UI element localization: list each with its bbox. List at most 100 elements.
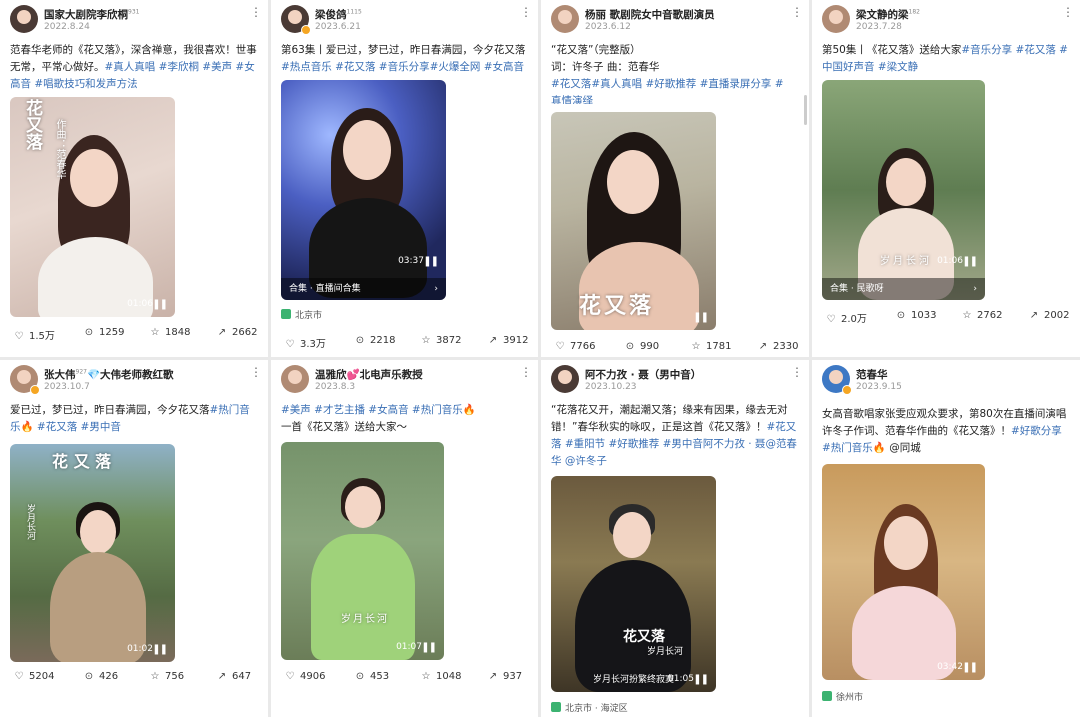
- avatar[interactable]: [281, 365, 309, 393]
- favorite-button[interactable]: ☆ 1848: [148, 327, 191, 338]
- like-button[interactable]: ♡ 3.3万: [283, 335, 326, 350]
- post-card-2[interactable]: 梁俊鸽1115 2023.6.21 ⋮ 第63集丨爱已过，梦已过，昨日春满园，今…: [271, 0, 538, 357]
- video-thumbnail[interactable]: 岁月长河 01:06 ❚❚ 合集 · 民歌呀 ›: [822, 80, 985, 300]
- video-thumbnail[interactable]: 花又落 ❚❚: [551, 112, 716, 330]
- like-button[interactable]: ♡ 1.5万: [12, 327, 55, 342]
- favorite-button[interactable]: ☆ 1781: [689, 341, 732, 352]
- share-button[interactable]: ↗ 2662: [215, 327, 258, 338]
- author-name[interactable]: 杨丽 歌剧院女中音歌剧演员: [585, 7, 715, 22]
- author-name[interactable]: 梁文静的梁182: [856, 7, 920, 22]
- comment-button[interactable]: ⊙ 426: [82, 671, 118, 682]
- video-thumbnail[interactable]: 花 又 落 岁月长河 01:02 ❚❚: [10, 444, 175, 662]
- comment-button[interactable]: ⊙ 1259: [82, 327, 125, 338]
- post-card-7[interactable]: 阿不力孜 · 聂（男中音） 2023.10.23 ⋮ “花落花又开，潮起潮又落；…: [541, 360, 809, 717]
- hashtag[interactable]: #花又落: [34, 421, 77, 433]
- hashtag[interactable]: #女高音: [480, 61, 524, 73]
- scrollbar[interactable]: [804, 95, 807, 125]
- hashtag[interactable]: #美声: [281, 404, 311, 416]
- pause-icon[interactable]: ❚❚: [152, 644, 168, 655]
- hashtag[interactable]: #火爆全网: [430, 61, 481, 73]
- pause-icon[interactable]: ❚❚: [693, 674, 709, 685]
- hashtag[interactable]: #音乐分享: [375, 61, 430, 73]
- mention[interactable]: @同城: [886, 442, 921, 454]
- author-name[interactable]: 梁俊鸽1115: [315, 7, 362, 22]
- hashtag[interactable]: #男中音阿不力孜 · 聂: [659, 438, 766, 450]
- location-tag[interactable]: 徐州市: [822, 690, 863, 703]
- mention[interactable]: @许冬子: [562, 455, 607, 467]
- post-card-6[interactable]: 温雅欣💕北电声乐教授 2023.8.3 ⋮ #美声 #才艺主播 #女高音 #热门…: [271, 360, 538, 717]
- favorite-button[interactable]: ☆ 2762: [960, 310, 1003, 321]
- share-button[interactable]: ↗ 937: [486, 671, 522, 682]
- hashtag[interactable]: #花又落: [332, 61, 375, 73]
- hashtag[interactable]: #花又落: [1012, 44, 1056, 56]
- like-button[interactable]: ♡ 4906: [283, 671, 326, 682]
- avatar[interactable]: [10, 5, 38, 33]
- hashtag[interactable]: #真人真唱: [105, 61, 156, 73]
- hashtag[interactable]: #热门音乐: [822, 442, 873, 454]
- post-card-5[interactable]: 张大伟927💎大伟老师教红歌 2023.10.7 ⋮ 爱已过，梦已过，昨日春满园…: [0, 360, 268, 717]
- like-button[interactable]: ♡ 2.0万: [824, 310, 867, 325]
- pause-icon[interactable]: ❚❚: [423, 256, 439, 267]
- video-thumbnail[interactable]: 03:37 ❚❚ 合集 · 直播间合集 ›: [281, 80, 446, 300]
- hashtag[interactable]: #音乐分享: [961, 44, 1012, 56]
- hashtag[interactable]: #女高音: [365, 404, 408, 416]
- more-menu-icon[interactable]: ⋮: [791, 5, 803, 19]
- comment-button[interactable]: ⊙ 990: [623, 341, 659, 352]
- hashtag[interactable]: #直播录屏分享: [696, 78, 772, 90]
- more-menu-icon[interactable]: ⋮: [250, 365, 262, 379]
- pause-icon[interactable]: ❚❚: [962, 662, 978, 673]
- hashtag[interactable]: #真人真唱: [591, 78, 642, 90]
- location-tag[interactable]: 北京市 · 海淀区: [551, 701, 628, 714]
- share-button[interactable]: ↗ 2330: [756, 341, 799, 352]
- avatar[interactable]: [551, 5, 579, 33]
- hashtag[interactable]: #重阳节: [562, 438, 605, 450]
- post-card-8[interactable]: 范春华 2023.9.15 女高音歌唱家张雯应观众要求，第80次在直播间演唱许冬…: [812, 360, 1080, 717]
- post-card-4[interactable]: 梁文静的梁182 2023.7.28 ⋮ 第50集丨《花又落》送给大家#音乐分享…: [812, 0, 1080, 357]
- hashtag[interactable]: #唱歌技巧和发声方法: [31, 78, 137, 90]
- avatar[interactable]: [551, 365, 579, 393]
- like-button[interactable]: ♡ 5204: [12, 671, 55, 682]
- post-card-1[interactable]: 国家大剧院李欣桐931 2022.8.24 ⋮ 范春华老师的《花又落》，深含禅意…: [0, 0, 268, 357]
- hashtag[interactable]: #才艺主播: [311, 404, 365, 416]
- more-menu-icon[interactable]: ⋮: [791, 365, 803, 379]
- pause-icon[interactable]: ❚❚: [152, 299, 168, 310]
- video-thumbnail[interactable]: 花又落 岁月长河 岁月长河扮繁终寂寞 01:05 ❚❚: [551, 476, 716, 692]
- comment-button[interactable]: ⊙ 1033: [894, 310, 937, 321]
- share-button[interactable]: ↗ 2002: [1027, 310, 1070, 321]
- hashtag[interactable]: #好歌分享: [1011, 425, 1062, 437]
- avatar[interactable]: [822, 5, 850, 33]
- share-button[interactable]: ↗ 647: [215, 671, 251, 682]
- hashtag[interactable]: #李欣桐: [155, 61, 199, 73]
- hashtag[interactable]: #男中音: [77, 421, 121, 433]
- more-menu-icon[interactable]: ⋮: [520, 365, 532, 379]
- hashtag[interactable]: #美声: [199, 61, 232, 73]
- like-button[interactable]: ♡ 7766: [553, 341, 596, 352]
- pause-icon[interactable]: ❚❚: [693, 312, 709, 323]
- favorite-button[interactable]: ☆ 756: [148, 671, 185, 682]
- collection-bar[interactable]: 合集 · 民歌呀 ›: [822, 278, 985, 300]
- hashtag[interactable]: #好歌推荐: [642, 78, 696, 90]
- favorite-button[interactable]: ☆ 3872: [419, 335, 462, 346]
- hashtag[interactable]: #热点音乐: [281, 61, 332, 73]
- author-name[interactable]: 范春华: [856, 367, 888, 382]
- pause-icon[interactable]: ❚❚: [962, 256, 978, 267]
- location-tag[interactable]: 北京市: [281, 308, 322, 321]
- hashtag[interactable]: #热门音乐: [409, 404, 463, 416]
- share-button[interactable]: ↗ 3912: [486, 335, 529, 346]
- post-card-3[interactable]: 杨丽 歌剧院女中音歌剧演员 2023.6.12 ⋮ “花又落”（完整版） 词：许冬…: [541, 0, 809, 357]
- author-name[interactable]: 国家大剧院李欣桐931: [44, 7, 139, 22]
- video-thumbnail[interactable]: 花又落 作曲：范春华 01:06 ❚❚: [10, 97, 175, 317]
- hashtag[interactable]: #好歌推荐: [605, 438, 659, 450]
- hashtag[interactable]: #花又落: [551, 78, 591, 90]
- hashtag[interactable]: #梁文静: [875, 61, 918, 73]
- comment-button[interactable]: ⊙ 2218: [353, 335, 396, 346]
- author-name[interactable]: 温雅欣💕北电声乐教授: [315, 367, 423, 382]
- more-menu-icon[interactable]: ⋮: [250, 5, 262, 19]
- more-menu-icon[interactable]: ⋮: [1062, 5, 1074, 19]
- collection-bar[interactable]: 合集 · 直播间合集 ›: [281, 278, 446, 300]
- comment-button[interactable]: ⊙ 453: [353, 671, 389, 682]
- more-menu-icon[interactable]: ⋮: [520, 5, 532, 19]
- video-thumbnail[interactable]: 岁月长河 01:07 ❚❚: [281, 442, 444, 660]
- video-thumbnail[interactable]: 03:42 ❚❚: [822, 464, 985, 680]
- author-name[interactable]: 张大伟927💎大伟老师教红歌: [44, 367, 174, 382]
